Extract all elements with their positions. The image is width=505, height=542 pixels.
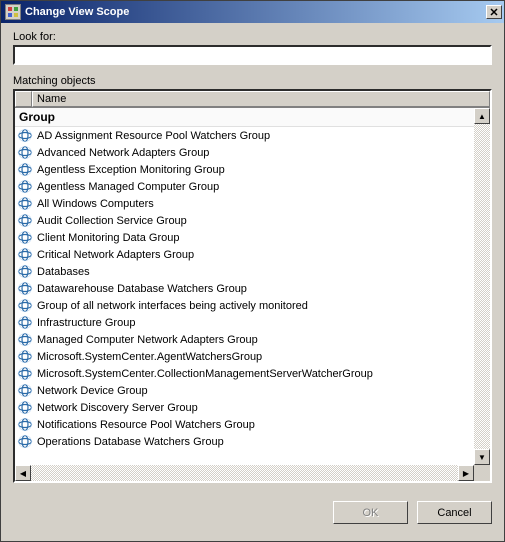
list-item[interactable]: Datawarehouse Database Watchers Group: [15, 280, 474, 297]
look-for-input[interactable]: [13, 45, 492, 65]
scroll-right-button[interactable]: ▶: [458, 465, 474, 481]
group-icon: [17, 231, 33, 244]
group-header: Group: [15, 108, 474, 127]
group-icon: [17, 367, 33, 380]
list-item-label: Microsoft.SystemCenter.AgentWatchersGrou…: [37, 351, 262, 363]
group-icon: [17, 248, 33, 261]
list-item[interactable]: Managed Computer Network Adapters Group: [15, 331, 474, 348]
scroll-left-button[interactable]: ◀: [15, 465, 31, 481]
list-item[interactable]: Agentless Exception Monitoring Group: [15, 161, 474, 178]
list-item[interactable]: Network Discovery Server Group: [15, 399, 474, 416]
list-item-label: Client Monitoring Data Group: [37, 232, 179, 244]
list-item[interactable]: Notifications Resource Pool Watchers Gro…: [15, 416, 474, 433]
button-row: OK Cancel: [1, 491, 504, 524]
list-item[interactable]: Network Device Group: [15, 382, 474, 399]
group-icon: [17, 282, 33, 295]
list-item-label: Group of all network interfaces being ac…: [37, 300, 308, 312]
horizontal-scrollbar[interactable]: ◀ ▶: [15, 465, 474, 481]
group-icon: [17, 299, 33, 312]
group-icon: [17, 129, 33, 142]
list-item[interactable]: Group of all network interfaces being ac…: [15, 297, 474, 314]
list-item-label: Operations Database Watchers Group: [37, 436, 224, 448]
list-item[interactable]: Critical Network Adapters Group: [15, 246, 474, 263]
column-name[interactable]: Name: [32, 91, 490, 107]
list-item[interactable]: Audit Collection Service Group: [15, 212, 474, 229]
list-item[interactable]: Advanced Network Adapters Group: [15, 144, 474, 161]
scroll-down-button[interactable]: ▼: [474, 449, 490, 465]
list-item[interactable]: Infrastructure Group: [15, 314, 474, 331]
matching-objects-label: Matching objects: [13, 75, 492, 87]
group-icon: [17, 265, 33, 278]
list-item-label: Advanced Network Adapters Group: [37, 147, 209, 159]
scroll-corner: [474, 465, 490, 481]
group-icon: [17, 384, 33, 397]
scroll-track-vertical[interactable]: [474, 124, 490, 449]
column-icon[interactable]: [15, 91, 32, 107]
list-item[interactable]: Microsoft.SystemCenter.CollectionManagem…: [15, 365, 474, 382]
list-item-label: Critical Network Adapters Group: [37, 249, 194, 261]
scroll-track-horizontal[interactable]: [31, 465, 458, 481]
group-icon: [17, 214, 33, 227]
list-view: Name Group AD Assignment Resource Pool W…: [13, 89, 492, 483]
group-icon: [17, 350, 33, 363]
group-icon: [17, 197, 33, 210]
list-item-label: Network Device Group: [37, 385, 148, 397]
list-item-label: Network Discovery Server Group: [37, 402, 198, 414]
list-item-label: AD Assignment Resource Pool Watchers Gro…: [37, 130, 270, 142]
ok-button[interactable]: OK: [333, 501, 408, 524]
list-item[interactable]: Agentless Managed Computer Group: [15, 178, 474, 195]
list-item[interactable]: All Windows Computers: [15, 195, 474, 212]
list-item-label: Infrastructure Group: [37, 317, 135, 329]
group-icon: [17, 435, 33, 448]
group-icon: [17, 316, 33, 329]
list-header: Name: [15, 91, 490, 108]
group-icon: [17, 163, 33, 176]
list-item-label: Datawarehouse Database Watchers Group: [37, 283, 247, 295]
list-item[interactable]: Databases: [15, 263, 474, 280]
list-item-label: Databases: [37, 266, 90, 278]
group-icon: [17, 333, 33, 346]
list-body: Group AD Assignment Resource Pool Watche…: [15, 108, 474, 465]
group-icon: [17, 418, 33, 431]
title-bar: Change View Scope: [1, 1, 504, 23]
list-item-label: Audit Collection Service Group: [37, 215, 187, 227]
list-item-label: Managed Computer Network Adapters Group: [37, 334, 258, 346]
list-item[interactable]: Client Monitoring Data Group: [15, 229, 474, 246]
window-title: Change View Scope: [25, 6, 486, 18]
group-icon: [17, 401, 33, 414]
group-icon: [17, 180, 33, 193]
app-icon: [5, 4, 21, 20]
list-item[interactable]: Microsoft.SystemCenter.AgentWatchersGrou…: [15, 348, 474, 365]
list-item-label: Agentless Managed Computer Group: [37, 181, 219, 193]
list-item-label: Microsoft.SystemCenter.CollectionManagem…: [37, 368, 373, 380]
vertical-scrollbar[interactable]: ▲ ▼: [474, 108, 490, 465]
list-item[interactable]: Operations Database Watchers Group: [15, 433, 474, 450]
list-item-label: Agentless Exception Monitoring Group: [37, 164, 225, 176]
close-button[interactable]: [486, 5, 502, 19]
scroll-up-button[interactable]: ▲: [474, 108, 490, 124]
list-item-label: Notifications Resource Pool Watchers Gro…: [37, 419, 255, 431]
list-item-label: All Windows Computers: [37, 198, 154, 210]
look-for-label: Look for:: [13, 31, 492, 43]
group-icon: [17, 146, 33, 159]
cancel-button[interactable]: Cancel: [417, 501, 492, 524]
list-item[interactable]: AD Assignment Resource Pool Watchers Gro…: [15, 127, 474, 144]
